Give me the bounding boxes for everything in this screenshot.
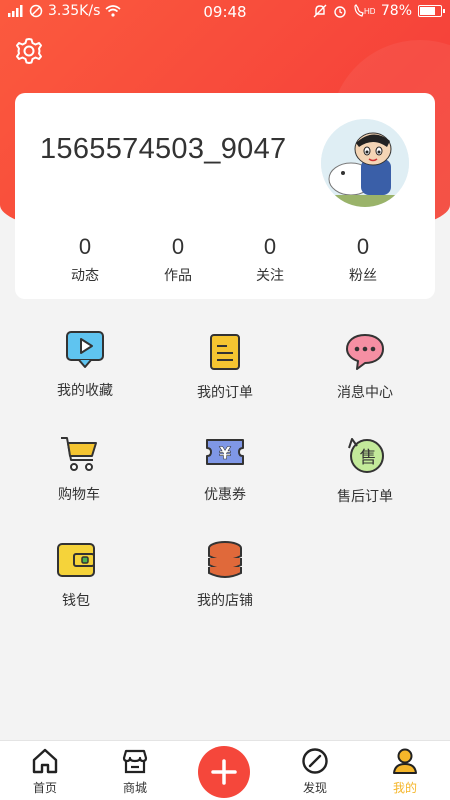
mute-bell-icon bbox=[313, 4, 327, 18]
avatar[interactable] bbox=[321, 119, 409, 207]
menu-item-label: 售后订单 bbox=[337, 489, 393, 505]
stat-label: 粉丝 bbox=[349, 268, 377, 284]
svg-text:HD: HD bbox=[364, 7, 375, 16]
menu-item-cart[interactable]: 购物车 bbox=[14, 432, 144, 504]
order-document-icon bbox=[210, 334, 240, 370]
add-button[interactable] bbox=[198, 746, 250, 798]
plus-icon bbox=[211, 759, 237, 785]
menu-item-messages[interactable]: 消息中心 bbox=[300, 330, 430, 402]
status-bar: 3.35K/s 09:48 HD 78% bbox=[0, 0, 450, 24]
username[interactable]: 1565574503_9047 bbox=[40, 133, 286, 166]
shopping-cart-icon bbox=[61, 437, 97, 471]
home-icon bbox=[32, 748, 58, 774]
menu-item-after-sale[interactable]: 售 售后订单 bbox=[300, 434, 430, 506]
battery-icon bbox=[418, 5, 445, 17]
stat-label: 关注 bbox=[256, 268, 284, 284]
coupon-icon: ¥ bbox=[206, 439, 244, 465]
compass-icon bbox=[302, 748, 328, 774]
hd-call-icon: HD bbox=[354, 4, 375, 17]
menu-item-label: 购物车 bbox=[58, 487, 100, 503]
store-icon bbox=[122, 749, 148, 774]
shop-stack-icon bbox=[208, 541, 242, 578]
video-favorite-icon bbox=[66, 331, 104, 368]
stat-label: 动态 bbox=[71, 268, 99, 284]
tab-label: 商城 bbox=[122, 781, 147, 795]
profile-icon bbox=[393, 748, 417, 774]
menu-item-my-shop[interactable]: 我的店铺 bbox=[160, 538, 290, 610]
menu-item-label: 我的店铺 bbox=[197, 593, 253, 609]
message-bubble-icon bbox=[346, 334, 384, 370]
stat-value: 0 bbox=[263, 234, 277, 259]
menu-item-label: 优惠券 bbox=[204, 487, 246, 503]
after-sale-symbol: 售 bbox=[360, 448, 377, 468]
stat-dynamics[interactable]: 0 动态 bbox=[39, 233, 131, 285]
battery-fill bbox=[420, 7, 435, 15]
gear-icon bbox=[16, 38, 42, 64]
tab-store[interactable]: 商城 bbox=[100, 747, 170, 796]
wallet-icon bbox=[57, 543, 95, 577]
battery-percent: 78% bbox=[380, 3, 412, 19]
tab-home[interactable]: 首页 bbox=[10, 747, 80, 796]
stat-value: 0 bbox=[356, 234, 370, 259]
after-sale-icon: 售 bbox=[348, 438, 384, 473]
menu-item-label: 钱包 bbox=[62, 593, 90, 609]
stats-row: 0 动态 0 作品 0 关注 0 粉丝 bbox=[15, 233, 435, 293]
stat-works[interactable]: 0 作品 bbox=[132, 233, 224, 285]
stat-value: 0 bbox=[171, 234, 185, 259]
tab-label: 首页 bbox=[32, 781, 57, 795]
menu-item-coupons[interactable]: ¥ 优惠券 bbox=[160, 432, 290, 504]
menu-item-label: 消息中心 bbox=[337, 385, 393, 401]
tab-mine[interactable]: 我的 bbox=[370, 747, 440, 796]
menu-item-orders[interactable]: 我的订单 bbox=[160, 330, 290, 402]
tab-label: 我的 bbox=[392, 781, 417, 795]
settings-button[interactable] bbox=[14, 36, 44, 66]
coupon-symbol: ¥ bbox=[219, 444, 231, 464]
menu-item-favorites[interactable]: 我的收藏 bbox=[20, 328, 150, 400]
menu-item-wallet[interactable]: 钱包 bbox=[11, 538, 141, 610]
avatar-image bbox=[321, 119, 409, 207]
stat-following[interactable]: 0 关注 bbox=[224, 233, 316, 285]
menu-item-label: 我的收藏 bbox=[57, 383, 113, 399]
tab-discover[interactable]: 发现 bbox=[280, 747, 350, 796]
stat-fans[interactable]: 0 粉丝 bbox=[317, 233, 409, 285]
stat-value: 0 bbox=[78, 234, 92, 259]
alarm-icon bbox=[334, 6, 346, 18]
bottom-tab-bar: 首页 商城 发现 我的 bbox=[0, 740, 450, 800]
tab-label: 发现 bbox=[302, 781, 327, 795]
profile-card: 1565574503_9047 0 动态 0 作品 0 关注 0 粉丝 bbox=[15, 93, 435, 299]
stat-label: 作品 bbox=[164, 268, 192, 284]
menu-item-label: 我的订单 bbox=[197, 385, 253, 401]
